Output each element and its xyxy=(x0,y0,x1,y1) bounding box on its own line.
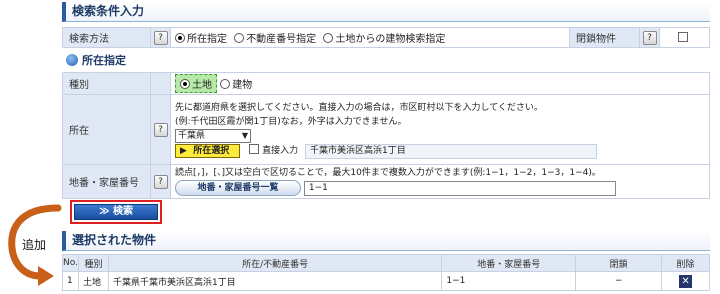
lot-number-input[interactable]: 1−1 xyxy=(303,181,616,196)
row-type: 土地 xyxy=(77,271,109,291)
help-icon[interactable]: ? xyxy=(153,30,168,45)
address-help-line2: (例:千代田区霞が関1丁目)なお，外字は入力できません。 xyxy=(175,116,407,127)
col-header-lot: 地番・家屋番号 xyxy=(441,254,577,272)
add-label: 追加 xyxy=(22,238,47,252)
selected-properties-title: 選択された物件 xyxy=(62,231,710,251)
row-location: 千葉県千葉市美浜区高浜1丁目 xyxy=(107,271,443,291)
chevron-down-icon: ▼ xyxy=(241,130,248,140)
type-option-building[interactable]: 建物 xyxy=(220,79,252,91)
search-method-label: 検索方法 xyxy=(62,27,151,48)
col-header-location: 所在/不動産番号 xyxy=(107,254,443,272)
address-help-line1: 先に都道府県を選択してください。直接入力の場合は，市区町村以下を入力してください… xyxy=(175,102,543,113)
play-icon: ▶ xyxy=(180,145,187,156)
direct-input-option[interactable]: 直接入力 xyxy=(249,143,298,156)
address-field[interactable]: 千葉市美浜区高浜1丁目 xyxy=(304,143,597,159)
address-label: 所在 xyxy=(62,94,151,165)
lot-number-help: 読点[，]，[、]又は空白で区切ることで，最大10件まで複数入力ができます(例:… xyxy=(175,168,601,178)
col-header-no: No. xyxy=(62,254,79,272)
col-header-delete: 削除 xyxy=(661,254,710,272)
delete-checkbox[interactable]: ✕ xyxy=(679,274,693,288)
help-icon[interactable]: ? xyxy=(153,174,168,189)
method-option-realestate-number[interactable]: 不動産番号指定 xyxy=(234,33,316,45)
radio-icon xyxy=(323,33,334,43)
type-label: 種別 xyxy=(62,72,151,95)
radio-selected-icon xyxy=(175,33,185,43)
section-bullet-icon xyxy=(66,54,78,66)
search-conditions-title: 検索条件入力 xyxy=(62,2,710,22)
search-method-options: 所在指定 不動産番号指定 土地からの建物検索指定 xyxy=(170,27,570,48)
lot-number-label: 地番・家屋番号 xyxy=(62,164,151,199)
method-option-building-from-land[interactable]: 土地からの建物検索指定 xyxy=(323,33,445,45)
help-icon[interactable]: ? xyxy=(642,30,657,45)
radio-icon xyxy=(220,79,231,89)
location-form: 種別 土地 建物 所在 ? 先に都道府県を選択してください。直接入力の場合は，市… xyxy=(62,72,710,199)
radio-selected-icon xyxy=(180,79,190,89)
table-row: 1 土地 千葉県千葉市美浜区高浜1丁目 1−1 − ✕ xyxy=(62,271,710,291)
direct-input-checkbox[interactable] xyxy=(249,143,260,154)
search-method-table: 検索方法 ? 所在指定 不動産番号指定 土地からの建物検索指定 閉鎖物件 ? xyxy=(62,27,710,48)
search-button-highlight: ≫ 検索 xyxy=(70,200,162,224)
radio-icon xyxy=(234,33,245,43)
col-header-type: 種別 xyxy=(77,254,109,272)
lot-number-list-button[interactable]: 地番・家屋番号一覧 xyxy=(175,180,301,196)
selected-properties-table: No. 種別 所在/不動産番号 地番・家屋番号 閉鎖 削除 1 土地 千葉県千葉… xyxy=(62,254,710,291)
type-option-land[interactable]: 土地 xyxy=(175,74,217,93)
prefecture-select[interactable]: 千葉県 ▼ xyxy=(175,128,251,143)
location-subheading: 所在指定 xyxy=(66,52,126,68)
closed-property-checkbox[interactable] xyxy=(678,31,688,42)
closed-property-label: 閉鎖物件 xyxy=(569,27,640,48)
search-button[interactable]: ≫ 検索 xyxy=(74,204,158,220)
row-lot: 1−1 xyxy=(441,271,577,291)
row-no: 1 xyxy=(62,271,79,291)
location-select-button[interactable]: ▶ 所在選択 xyxy=(175,143,241,158)
row-closed: − xyxy=(575,271,663,291)
col-header-closed: 閉鎖 xyxy=(575,254,663,272)
method-option-location[interactable]: 所在指定 xyxy=(175,33,227,45)
help-icon[interactable]: ? xyxy=(153,122,168,137)
